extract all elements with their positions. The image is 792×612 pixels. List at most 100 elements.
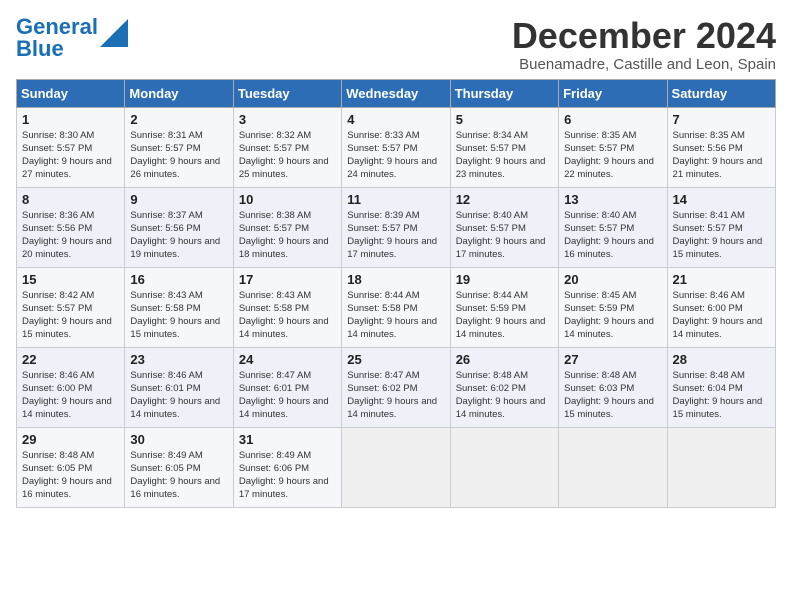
calendar-cell — [450, 427, 558, 507]
day-number: 5 — [456, 112, 553, 127]
calendar-cell: 6 Sunrise: 8:35 AMSunset: 5:57 PMDayligh… — [559, 107, 667, 187]
day-detail: Sunrise: 8:49 AMSunset: 6:06 PMDaylight:… — [239, 450, 329, 501]
calendar-cell: 22 Sunrise: 8:46 AMSunset: 6:00 PMDaylig… — [17, 347, 125, 427]
day-detail: Sunrise: 8:40 AMSunset: 5:57 PMDaylight:… — [564, 210, 654, 261]
calendar-cell: 19 Sunrise: 8:44 AMSunset: 5:59 PMDaylig… — [450, 267, 558, 347]
day-detail: Sunrise: 8:43 AMSunset: 5:58 PMDaylight:… — [239, 290, 329, 341]
day-number: 8 — [22, 192, 119, 207]
day-number: 15 — [22, 272, 119, 287]
calendar-cell: 20 Sunrise: 8:45 AMSunset: 5:59 PMDaylig… — [559, 267, 667, 347]
day-detail: Sunrise: 8:48 AMSunset: 6:04 PMDaylight:… — [673, 370, 763, 421]
day-number: 18 — [347, 272, 444, 287]
day-number: 14 — [673, 192, 770, 207]
calendar-header-row: SundayMondayTuesdayWednesdayThursdayFrid… — [17, 79, 776, 107]
day-number: 21 — [673, 272, 770, 287]
header-wednesday: Wednesday — [342, 79, 450, 107]
day-detail: Sunrise: 8:48 AMSunset: 6:02 PMDaylight:… — [456, 370, 546, 421]
calendar-cell: 12 Sunrise: 8:40 AMSunset: 5:57 PMDaylig… — [450, 187, 558, 267]
day-number: 25 — [347, 352, 444, 367]
day-detail: Sunrise: 8:46 AMSunset: 6:00 PMDaylight:… — [673, 290, 763, 341]
page-header: GeneralBlue December 2024 Buenamadre, Ca… — [16, 16, 776, 73]
calendar-cell — [342, 427, 450, 507]
calendar-cell: 2 Sunrise: 8:31 AMSunset: 5:57 PMDayligh… — [125, 107, 233, 187]
day-detail: Sunrise: 8:36 AMSunset: 5:56 PMDaylight:… — [22, 210, 112, 261]
title-block: December 2024 Buenamadre, Castille and L… — [512, 16, 776, 73]
calendar-cell: 23 Sunrise: 8:46 AMSunset: 6:01 PMDaylig… — [125, 347, 233, 427]
day-detail: Sunrise: 8:48 AMSunset: 6:03 PMDaylight:… — [564, 370, 654, 421]
calendar-cell: 1 Sunrise: 8:30 AMSunset: 5:57 PMDayligh… — [17, 107, 125, 187]
day-number: 7 — [673, 112, 770, 127]
calendar-cell: 25 Sunrise: 8:47 AMSunset: 6:02 PMDaylig… — [342, 347, 450, 427]
calendar-cell: 14 Sunrise: 8:41 AMSunset: 5:57 PMDaylig… — [667, 187, 775, 267]
day-detail: Sunrise: 8:48 AMSunset: 6:05 PMDaylight:… — [22, 450, 112, 501]
calendar-cell: 21 Sunrise: 8:46 AMSunset: 6:00 PMDaylig… — [667, 267, 775, 347]
day-number: 1 — [22, 112, 119, 127]
calendar-cell: 7 Sunrise: 8:35 AMSunset: 5:56 PMDayligh… — [667, 107, 775, 187]
calendar-cell: 30 Sunrise: 8:49 AMSunset: 6:05 PMDaylig… — [125, 427, 233, 507]
day-detail: Sunrise: 8:40 AMSunset: 5:57 PMDaylight:… — [456, 210, 546, 261]
calendar-cell: 27 Sunrise: 8:48 AMSunset: 6:03 PMDaylig… — [559, 347, 667, 427]
header-tuesday: Tuesday — [233, 79, 341, 107]
calendar-cell: 28 Sunrise: 8:48 AMSunset: 6:04 PMDaylig… — [667, 347, 775, 427]
day-number: 6 — [564, 112, 661, 127]
day-number: 12 — [456, 192, 553, 207]
calendar-week-row: 29 Sunrise: 8:48 AMSunset: 6:05 PMDaylig… — [17, 427, 776, 507]
header-monday: Monday — [125, 79, 233, 107]
header-sunday: Sunday — [17, 79, 125, 107]
day-detail: Sunrise: 8:45 AMSunset: 5:59 PMDaylight:… — [564, 290, 654, 341]
calendar-cell — [667, 427, 775, 507]
day-number: 29 — [22, 432, 119, 447]
day-detail: Sunrise: 8:44 AMSunset: 5:59 PMDaylight:… — [456, 290, 546, 341]
day-detail: Sunrise: 8:43 AMSunset: 5:58 PMDaylight:… — [130, 290, 220, 341]
calendar-cell: 13 Sunrise: 8:40 AMSunset: 5:57 PMDaylig… — [559, 187, 667, 267]
calendar-week-row: 1 Sunrise: 8:30 AMSunset: 5:57 PMDayligh… — [17, 107, 776, 187]
calendar-cell: 18 Sunrise: 8:44 AMSunset: 5:58 PMDaylig… — [342, 267, 450, 347]
day-detail: Sunrise: 8:47 AMSunset: 6:02 PMDaylight:… — [347, 370, 437, 421]
day-number: 11 — [347, 192, 444, 207]
day-detail: Sunrise: 8:30 AMSunset: 5:57 PMDaylight:… — [22, 130, 112, 181]
header-friday: Friday — [559, 79, 667, 107]
day-detail: Sunrise: 8:49 AMSunset: 6:05 PMDaylight:… — [130, 450, 220, 501]
day-detail: Sunrise: 8:47 AMSunset: 6:01 PMDaylight:… — [239, 370, 329, 421]
day-detail: Sunrise: 8:31 AMSunset: 5:57 PMDaylight:… — [130, 130, 220, 181]
day-number: 28 — [673, 352, 770, 367]
logo-icon — [100, 19, 128, 47]
calendar-title: December 2024 — [512, 16, 776, 56]
day-number: 31 — [239, 432, 336, 447]
day-number: 22 — [22, 352, 119, 367]
calendar-cell: 15 Sunrise: 8:42 AMSunset: 5:57 PMDaylig… — [17, 267, 125, 347]
calendar-cell: 8 Sunrise: 8:36 AMSunset: 5:56 PMDayligh… — [17, 187, 125, 267]
calendar-cell: 3 Sunrise: 8:32 AMSunset: 5:57 PMDayligh… — [233, 107, 341, 187]
calendar-week-row: 8 Sunrise: 8:36 AMSunset: 5:56 PMDayligh… — [17, 187, 776, 267]
logo-text: GeneralBlue — [16, 16, 98, 60]
calendar-cell: 29 Sunrise: 8:48 AMSunset: 6:05 PMDaylig… — [17, 427, 125, 507]
day-number: 13 — [564, 192, 661, 207]
day-detail: Sunrise: 8:33 AMSunset: 5:57 PMDaylight:… — [347, 130, 437, 181]
day-number: 23 — [130, 352, 227, 367]
day-detail: Sunrise: 8:34 AMSunset: 5:57 PMDaylight:… — [456, 130, 546, 181]
day-number: 19 — [456, 272, 553, 287]
day-number: 26 — [456, 352, 553, 367]
day-detail: Sunrise: 8:46 AMSunset: 6:01 PMDaylight:… — [130, 370, 220, 421]
header-saturday: Saturday — [667, 79, 775, 107]
day-detail: Sunrise: 8:44 AMSunset: 5:58 PMDaylight:… — [347, 290, 437, 341]
calendar-cell: 11 Sunrise: 8:39 AMSunset: 5:57 PMDaylig… — [342, 187, 450, 267]
calendar-subtitle: Buenamadre, Castille and Leon, Spain — [512, 56, 776, 73]
calendar-table: SundayMondayTuesdayWednesdayThursdayFrid… — [16, 79, 776, 508]
day-detail: Sunrise: 8:37 AMSunset: 5:56 PMDaylight:… — [130, 210, 220, 261]
calendar-week-row: 22 Sunrise: 8:46 AMSunset: 6:00 PMDaylig… — [17, 347, 776, 427]
day-number: 3 — [239, 112, 336, 127]
day-number: 27 — [564, 352, 661, 367]
day-detail: Sunrise: 8:38 AMSunset: 5:57 PMDaylight:… — [239, 210, 329, 261]
day-number: 24 — [239, 352, 336, 367]
day-number: 16 — [130, 272, 227, 287]
day-number: 30 — [130, 432, 227, 447]
logo: GeneralBlue — [16, 16, 128, 60]
header-thursday: Thursday — [450, 79, 558, 107]
day-number: 9 — [130, 192, 227, 207]
calendar-cell: 26 Sunrise: 8:48 AMSunset: 6:02 PMDaylig… — [450, 347, 558, 427]
day-detail: Sunrise: 8:32 AMSunset: 5:57 PMDaylight:… — [239, 130, 329, 181]
day-number: 20 — [564, 272, 661, 287]
day-number: 10 — [239, 192, 336, 207]
calendar-cell: 24 Sunrise: 8:47 AMSunset: 6:01 PMDaylig… — [233, 347, 341, 427]
